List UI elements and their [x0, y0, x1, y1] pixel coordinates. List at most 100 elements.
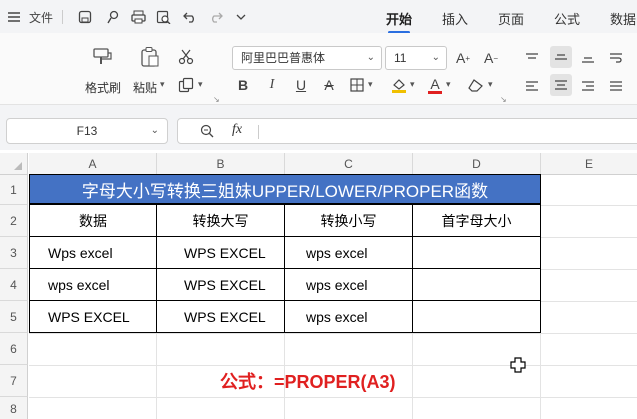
align-center-icon[interactable]: [550, 74, 572, 96]
tab-page[interactable]: 页面: [498, 9, 524, 28]
borders-dropdown-icon[interactable]: ▾: [368, 79, 373, 90]
gridline: [29, 365, 637, 366]
table-cell[interactable]: wps excel: [48, 269, 109, 300]
align-bottom-icon[interactable]: [578, 48, 598, 68]
separator: [62, 10, 63, 24]
gridline: [541, 237, 637, 238]
header-cell-upper[interactable]: 转换大写: [157, 205, 284, 236]
format-painter-label[interactable]: 格式刷: [85, 79, 121, 96]
italic-icon[interactable]: I: [263, 75, 281, 95]
ribbon: 格式刷 粘贴 ▾ ▾ ↘ 阿里巴巴普惠体 ⌄ 11 ⌄ A + A − B I U A …: [0, 33, 637, 105]
underline-icon[interactable]: U: [292, 75, 310, 95]
font-size-value: 11: [394, 51, 407, 65]
strikethrough-icon[interactable]: A: [320, 75, 338, 95]
table-cell[interactable]: Wps excel: [48, 237, 113, 268]
font-size-select[interactable]: 11 ⌄: [385, 46, 447, 70]
chevron-down-icon: ⌄: [150, 125, 159, 136]
row-header-7[interactable]: 7: [0, 365, 28, 397]
font-name-value: 阿里巴巴普惠体: [241, 51, 326, 65]
tab-formulas[interactable]: 公式: [554, 9, 580, 28]
row-header-8[interactable]: 8: [0, 397, 28, 419]
decrease-font-icon[interactable]: A −: [480, 48, 502, 68]
gridline: [156, 333, 157, 419]
function-icon[interactable]: fx: [232, 122, 242, 138]
undo-icon[interactable]: [181, 7, 199, 27]
header-cell-lower[interactable]: 转换小写: [285, 205, 412, 236]
gridline: [412, 333, 413, 419]
file-menu[interactable]: 文件: [28, 7, 54, 27]
row-header-3[interactable]: 3: [0, 237, 28, 269]
table-cell[interactable]: WPS EXCEL: [48, 301, 130, 332]
copy-icon[interactable]: [176, 76, 196, 94]
row-header-6[interactable]: 6: [0, 333, 28, 365]
table-cell[interactable]: WPS EXCEL: [184, 301, 266, 332]
font-name-select[interactable]: 阿里巴巴普惠体 ⌄: [232, 46, 382, 70]
cut-icon[interactable]: [176, 48, 196, 66]
table-border: [540, 204, 541, 333]
table-cell[interactable]: WPS EXCEL: [184, 269, 266, 300]
fill-dropdown-icon[interactable]: ▾: [410, 79, 415, 90]
table-cell[interactable]: wps excel: [306, 269, 367, 300]
bold-icon[interactable]: B: [234, 75, 252, 95]
align-middle-icon[interactable]: [550, 46, 572, 68]
clear-dropdown-icon[interactable]: ▾: [488, 79, 493, 90]
column-header-a[interactable]: A: [29, 153, 157, 175]
font-color-dropdown-icon[interactable]: ▾: [446, 79, 451, 90]
paste-dropdown-icon[interactable]: ▾: [160, 79, 165, 90]
fill-color-icon[interactable]: [390, 75, 408, 95]
paste-label[interactable]: 粘贴: [133, 79, 157, 96]
menu-icon[interactable]: [6, 7, 22, 27]
gridline: [29, 333, 637, 334]
column-header-e[interactable]: E: [541, 153, 637, 175]
align-top-icon[interactable]: [522, 48, 542, 68]
borders-icon[interactable]: [348, 75, 366, 95]
print-icon[interactable]: [129, 7, 147, 27]
column-header-c[interactable]: C: [285, 153, 413, 175]
header-cell-data[interactable]: 数据: [30, 205, 156, 236]
font-launcher-icon[interactable]: ↘: [500, 95, 507, 104]
save-icon[interactable]: [76, 7, 94, 27]
increase-font-icon[interactable]: A +: [452, 48, 474, 68]
gridline: [29, 397, 637, 398]
zoom-icon[interactable]: [200, 124, 214, 141]
copy-dropdown-icon[interactable]: ▾: [198, 79, 203, 90]
tab-insert[interactable]: 插入: [442, 9, 468, 28]
row-header-1[interactable]: 1: [0, 175, 28, 205]
column-header-d[interactable]: D: [413, 153, 541, 175]
table-cell[interactable]: WPS EXCEL: [184, 237, 266, 268]
row-header-2[interactable]: 2: [0, 205, 28, 237]
header-cell-proper[interactable]: 首字母大小: [413, 205, 540, 236]
row-header-5[interactable]: 5: [0, 301, 28, 333]
redo-icon[interactable]: [207, 7, 225, 27]
chevron-down-icon: ⌄: [431, 52, 440, 63]
name-box[interactable]: F13 ⌄: [6, 118, 168, 144]
export-pdf-icon[interactable]: [104, 7, 122, 27]
table-cell[interactable]: wps excel: [306, 301, 367, 332]
print-preview-icon[interactable]: [154, 7, 172, 27]
chevron-down-icon[interactable]: [233, 7, 249, 27]
paste-icon[interactable]: [137, 45, 163, 69]
justify-icon[interactable]: [606, 76, 626, 96]
font-color-icon[interactable]: A: [426, 75, 444, 95]
tab-data[interactable]: 数据: [610, 9, 636, 28]
wrap-text-icon[interactable]: [606, 48, 626, 68]
table-cell[interactable]: wps excel: [306, 237, 367, 268]
gridline: [540, 333, 541, 419]
formula-annotation: 公式：=PROPER(A3): [220, 372, 396, 392]
tab-home[interactable]: 开始: [386, 9, 412, 34]
select-all-corner[interactable]: [0, 153, 28, 175]
chevron-down-icon: ⌄: [366, 52, 375, 63]
align-left-icon[interactable]: [522, 76, 542, 96]
row-header-4[interactable]: 4: [0, 269, 28, 301]
cell-reference: F13: [76, 124, 98, 138]
format-painter-icon[interactable]: [89, 45, 115, 69]
sheet-title-cell[interactable]: 字母大小写转换三姐妹UPPER/LOWER/PROPER函数: [29, 174, 541, 204]
clipboard-launcher-icon[interactable]: ↘: [213, 95, 220, 104]
clear-format-icon[interactable]: [466, 75, 486, 95]
table-border: [29, 332, 541, 333]
gridline: [541, 269, 637, 270]
separator: [258, 125, 259, 139]
align-right-icon[interactable]: [578, 76, 598, 96]
formula-input[interactable]: fx: [177, 118, 637, 144]
column-header-b[interactable]: B: [157, 153, 285, 175]
